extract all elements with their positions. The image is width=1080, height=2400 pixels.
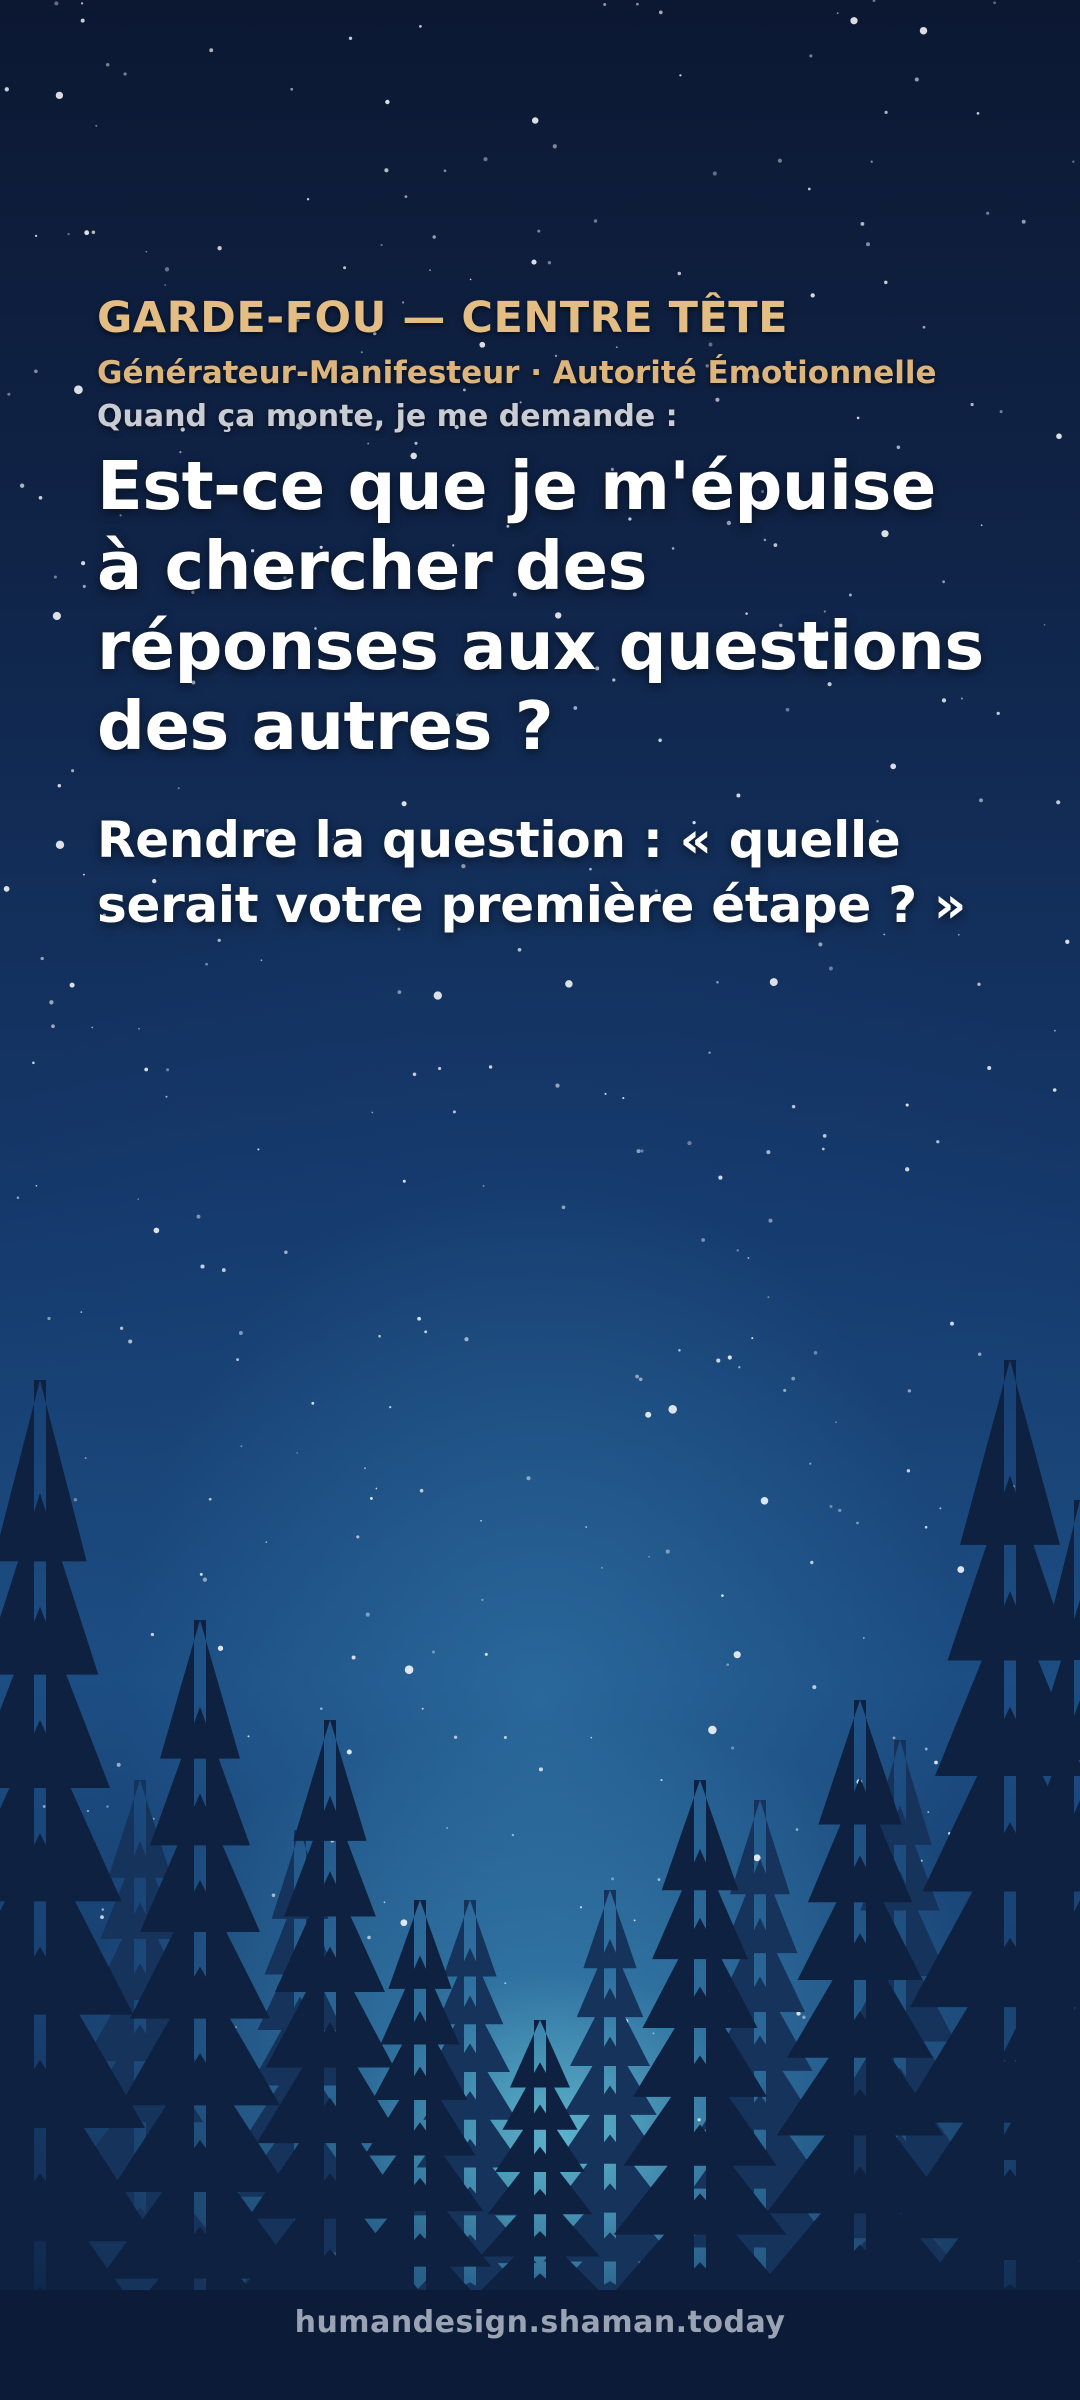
card-text-block: GARDE-FOU — CENTRE TÊTE Générateur-Manif…	[97, 290, 997, 938]
card-subtitle: Générateur-Manifesteur · Autorité Émotio…	[97, 355, 937, 391]
quote-card-screen: GARDE-FOU — CENTRE TÊTE Générateur-Manif…	[0, 0, 1080, 2400]
footer-url[interactable]: humandesign.shaman.today	[0, 2305, 1080, 2340]
card-prompt: Quand ça monte, je me demande :	[97, 399, 678, 434]
card-answer: Rendre la question : « quelle serait vot…	[97, 811, 966, 934]
card-kicker: GARDE-FOU — CENTRE TÊTE	[97, 293, 788, 343]
card-question: Est-ce que je m'épuise à chercher des ré…	[97, 447, 984, 765]
